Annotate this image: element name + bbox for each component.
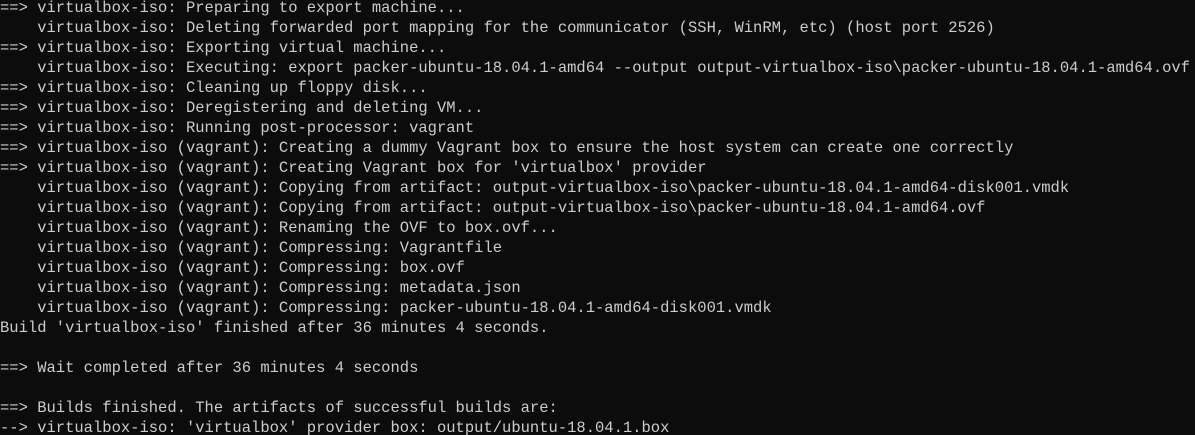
terminal-line: virtualbox-iso (vagrant): Compressing: b…	[0, 259, 465, 277]
terminal-line: ==> virtualbox-iso (vagrant): Creating a…	[0, 139, 1014, 157]
terminal-line: virtualbox-iso (vagrant): Renaming the O…	[0, 219, 558, 237]
terminal-line: ==> Builds finished. The artifacts of su…	[0, 399, 558, 417]
terminal-line: Build 'virtualbox-iso' finished after 36…	[0, 319, 549, 337]
terminal-line: ==> virtualbox-iso (vagrant): Creating V…	[0, 159, 707, 177]
terminal-line: ==> virtualbox-iso: Exporting virtual ma…	[0, 39, 447, 57]
terminal-output: ==> virtualbox-iso: Preparing to export …	[0, 0, 1190, 435]
terminal-line: ==> virtualbox-iso: Cleaning up floppy d…	[0, 79, 428, 97]
terminal-line: virtualbox-iso: Executing: export packer…	[0, 59, 1190, 77]
terminal-line: ==> virtualbox-iso: Running post-process…	[0, 119, 475, 137]
terminal-line: virtualbox-iso: Deleting forwarded port …	[0, 19, 995, 37]
terminal-window[interactable]: ==> virtualbox-iso: Preparing to export …	[0, 0, 1195, 435]
terminal-line: ==> Wait completed after 36 minutes 4 se…	[0, 359, 419, 377]
terminal-line: virtualbox-iso (vagrant): Compressing: p…	[0, 299, 772, 317]
terminal-line: virtualbox-iso (vagrant): Copying from a…	[0, 179, 1070, 197]
terminal-line: ==> virtualbox-iso: Deregistering and de…	[0, 99, 484, 117]
terminal-line: virtualbox-iso (vagrant): Compressing: V…	[0, 239, 503, 257]
terminal-line: ==> virtualbox-iso: Preparing to export …	[0, 0, 465, 17]
terminal-line: virtualbox-iso (vagrant): Copying from a…	[0, 199, 986, 217]
terminal-line: virtualbox-iso (vagrant): Compressing: m…	[0, 279, 521, 297]
terminal-line: --> virtualbox-iso: 'virtualbox' provide…	[0, 419, 670, 435]
